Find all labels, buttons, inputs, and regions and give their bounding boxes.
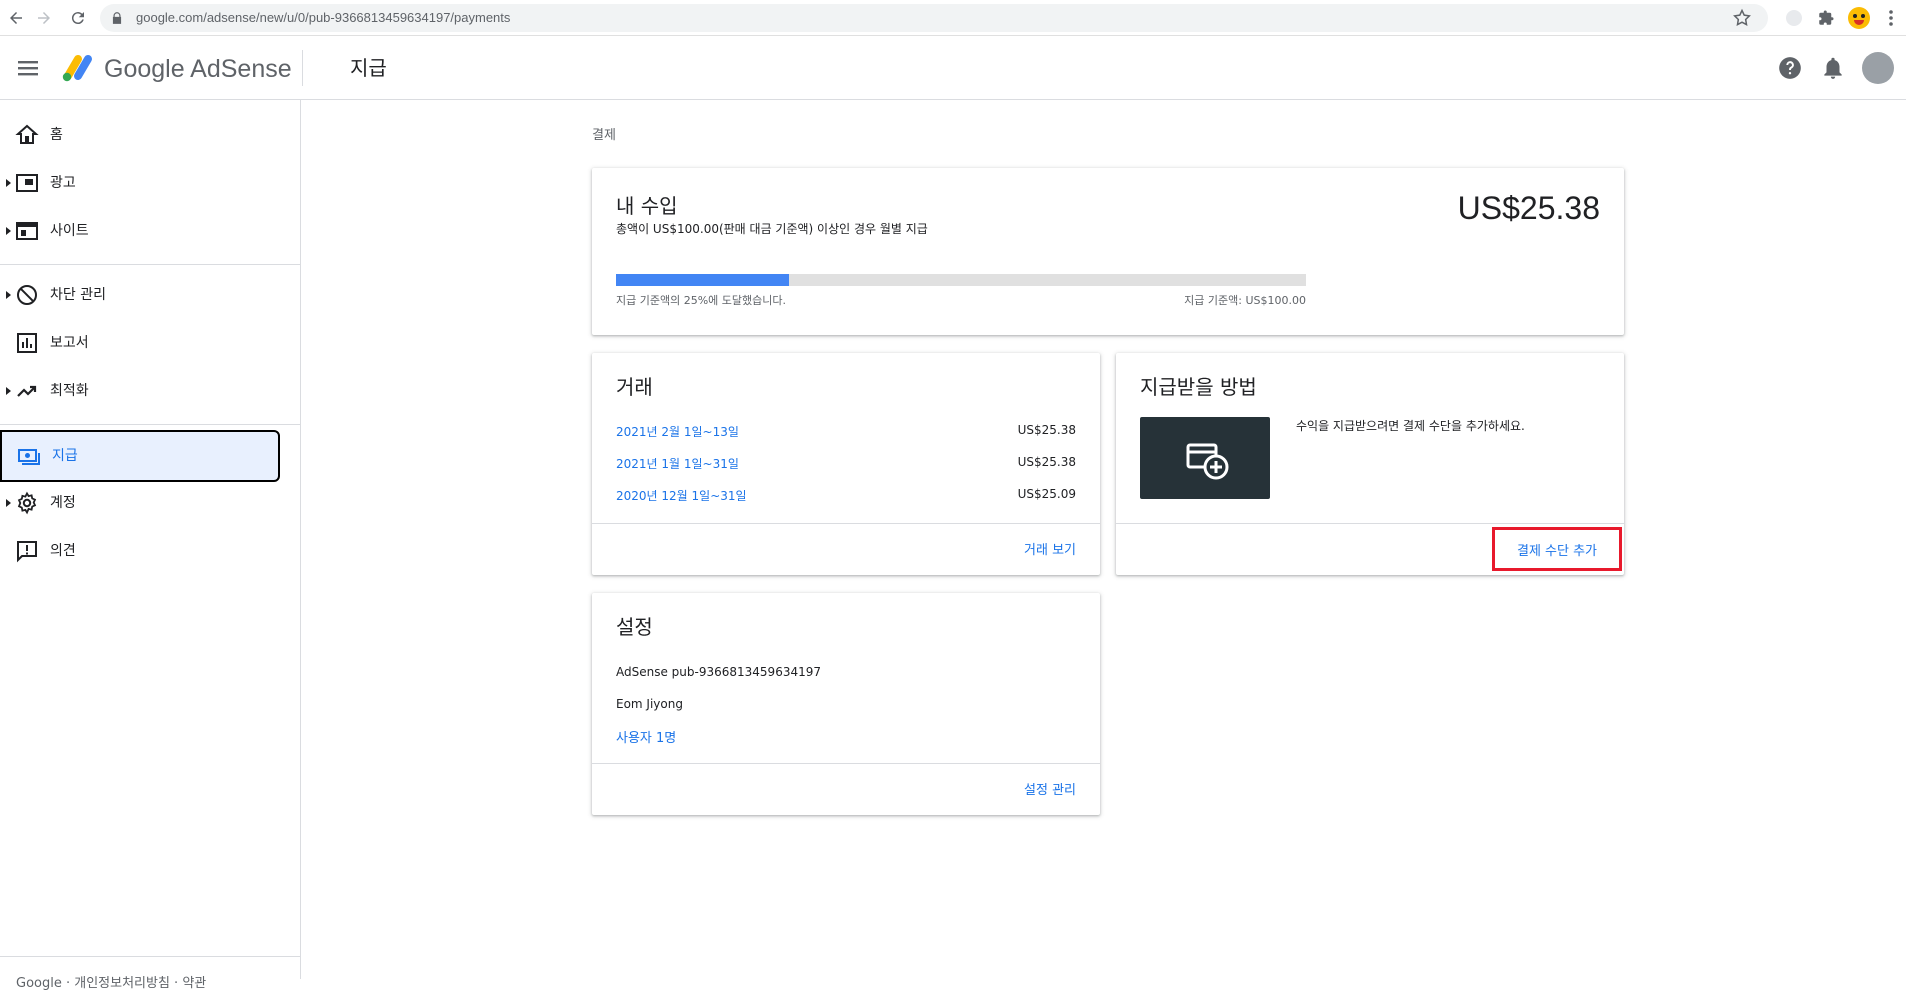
sidebar-item-label: 최적화	[50, 383, 89, 399]
transaction-amount: US$25.09	[1017, 487, 1076, 501]
payment-method-description: 수익을 지급받으려면 결제 수단을 추가하세요.	[1296, 419, 1525, 433]
notifications-bell-icon[interactable]	[1820, 55, 1846, 81]
sidebar-item-feedback[interactable]: 의견	[0, 528, 280, 574]
bookmark-star-icon[interactable]	[1732, 8, 1752, 28]
sites-icon	[16, 222, 38, 240]
payment-threshold-progress-bar	[616, 274, 1306, 286]
card-divider	[592, 763, 1100, 764]
expand-caret-icon	[6, 499, 11, 507]
transaction-date-link[interactable]: 2021년 2월 1일~13일	[616, 423, 739, 440]
address-bar[interactable]: google.com/adsense/new/u/0/pub-936681345…	[100, 4, 1768, 32]
transaction-amount: US$25.38	[1017, 455, 1076, 469]
chrome-menu-icon[interactable]	[1880, 7, 1902, 29]
breadcrumb: 결제	[592, 128, 616, 143]
progress-fill	[616, 274, 789, 286]
payment-method-tile	[1140, 417, 1270, 499]
transactions-card: 거래 2021년 2월 1일~13일 US$25.38 2021년 1월 1일~…	[592, 353, 1100, 575]
expand-caret-icon	[6, 291, 11, 299]
brand-name: Google AdSense	[104, 55, 292, 83]
sidebar-item-ads[interactable]: 광고	[0, 160, 280, 206]
transaction-amount: US$25.38	[1017, 423, 1076, 437]
url-text: google.com/adsense/new/u/0/pub-936681345…	[136, 10, 511, 25]
users-link[interactable]: 사용자 1명	[616, 727, 676, 746]
card-divider	[592, 523, 1100, 524]
sidebar-footer-divider	[0, 956, 301, 957]
header-divider	[302, 50, 303, 86]
transaction-row[interactable]: 2020년 12월 1일~31일 US$25.09	[616, 487, 1076, 511]
add-payment-method-button[interactable]: 결제 수단 추가	[1492, 527, 1622, 571]
settings-card: 설정 AdSense pub-9366813459634197 Eom Jiyo…	[592, 593, 1100, 815]
earnings-card: 내 수입 총액이 US$100.00(판매 대금 기준액) 이상인 경우 월별 …	[592, 168, 1624, 335]
sidebar-footer-links[interactable]: Google · 개인정보처리방침 · 약관	[16, 972, 206, 991]
sidebar-item-sites[interactable]: 사이트	[0, 208, 280, 254]
sidebar-item-payments[interactable]: 지급	[0, 430, 280, 482]
block-icon	[17, 285, 37, 305]
sidebar-item-blocking[interactable]: 차단 관리	[0, 272, 280, 318]
hamburger-menu-icon[interactable]	[14, 56, 42, 80]
adsense-logo-icon	[62, 55, 92, 82]
threshold-label: 지급 기준액: US$100.00	[1184, 294, 1306, 307]
account-avatar[interactable]	[1862, 52, 1894, 84]
sidebar-item-optimization[interactable]: 최적화	[0, 368, 280, 414]
sidebar-divider	[0, 424, 301, 425]
reports-icon	[17, 333, 37, 353]
sidebar: 홈 광고 사이트 차단 관리 보고서 최적화 지급 계정 의견 Google ·	[0, 100, 301, 991]
page-title: 지급	[350, 56, 387, 80]
manage-settings-link[interactable]: 설정 관리	[1024, 779, 1076, 798]
earnings-amount: US$25.38	[1457, 190, 1600, 226]
sidebar-item-label: 보고서	[50, 335, 89, 351]
expand-caret-icon	[6, 227, 11, 235]
sidebar-item-reports[interactable]: 보고서	[0, 320, 280, 366]
profile-emoji-icon[interactable]	[1848, 7, 1870, 29]
home-icon	[15, 124, 39, 144]
settings-title: 설정	[616, 615, 653, 639]
sidebar-item-home[interactable]: 홈	[0, 112, 280, 158]
sidebar-item-label: 사이트	[50, 223, 89, 239]
puzzle-icon[interactable]	[1815, 7, 1837, 29]
sidebar-item-label: 차단 관리	[50, 287, 106, 303]
add-payment-method-label: 결제 수단 추가	[1516, 543, 1598, 559]
browser-toolbar: google.com/adsense/new/u/0/pub-936681345…	[0, 0, 1906, 36]
extension-icon[interactable]	[1783, 7, 1805, 29]
earnings-title: 내 수입	[616, 194, 678, 218]
app-header: Google AdSense 지급	[0, 36, 1906, 100]
transaction-row[interactable]: 2021년 2월 1일~13일 US$25.38	[616, 423, 1076, 447]
trending-icon	[17, 385, 37, 397]
earnings-subtitle: 총액이 US$100.00(판매 대금 기준액) 이상인 경우 월별 지급	[616, 222, 928, 236]
help-icon[interactable]	[1777, 55, 1803, 81]
add-card-icon	[1186, 443, 1229, 480]
ads-icon	[16, 174, 38, 192]
sidebar-item-label: 계정	[50, 495, 76, 511]
sidebar-item-label: 의견	[50, 543, 76, 559]
transaction-date-link[interactable]: 2020년 12월 1일~31일	[616, 487, 747, 504]
transaction-row[interactable]: 2021년 1월 1일~31일 US$25.38	[616, 455, 1076, 479]
payment-method-card: 지급받을 방법 수익을 지급받으려면 결제 수단을 추가하세요. 결제 수단 추…	[1116, 353, 1624, 575]
sidebar-item-label: 홈	[50, 127, 63, 143]
transactions-title: 거래	[616, 375, 653, 399]
lock-icon	[112, 12, 122, 24]
account-name: Eom Jiyong	[616, 697, 683, 711]
expand-caret-icon	[6, 387, 11, 395]
sidebar-item-label: 지급	[52, 448, 78, 464]
payment-method-title: 지급받을 방법	[1140, 375, 1257, 399]
sidebar-item-account[interactable]: 계정	[0, 480, 280, 526]
forward-arrow-icon[interactable]	[32, 6, 56, 30]
expand-caret-icon	[6, 179, 11, 187]
sidebar-divider	[0, 264, 301, 265]
sidebar-item-label: 광고	[50, 175, 76, 191]
settings-gear-icon	[17, 491, 37, 515]
payments-icon	[18, 449, 40, 465]
progress-label: 지급 기준액의 25%에 도달했습니다.	[616, 294, 786, 307]
publisher-id: AdSense pub-9366813459634197	[616, 665, 821, 679]
back-arrow-icon[interactable]	[4, 6, 28, 30]
card-divider	[1116, 523, 1624, 524]
feedback-icon	[17, 541, 37, 563]
view-transactions-link[interactable]: 거래 보기	[1024, 539, 1076, 558]
reload-icon[interactable]	[66, 6, 90, 30]
transaction-date-link[interactable]: 2021년 1월 1일~31일	[616, 455, 739, 472]
